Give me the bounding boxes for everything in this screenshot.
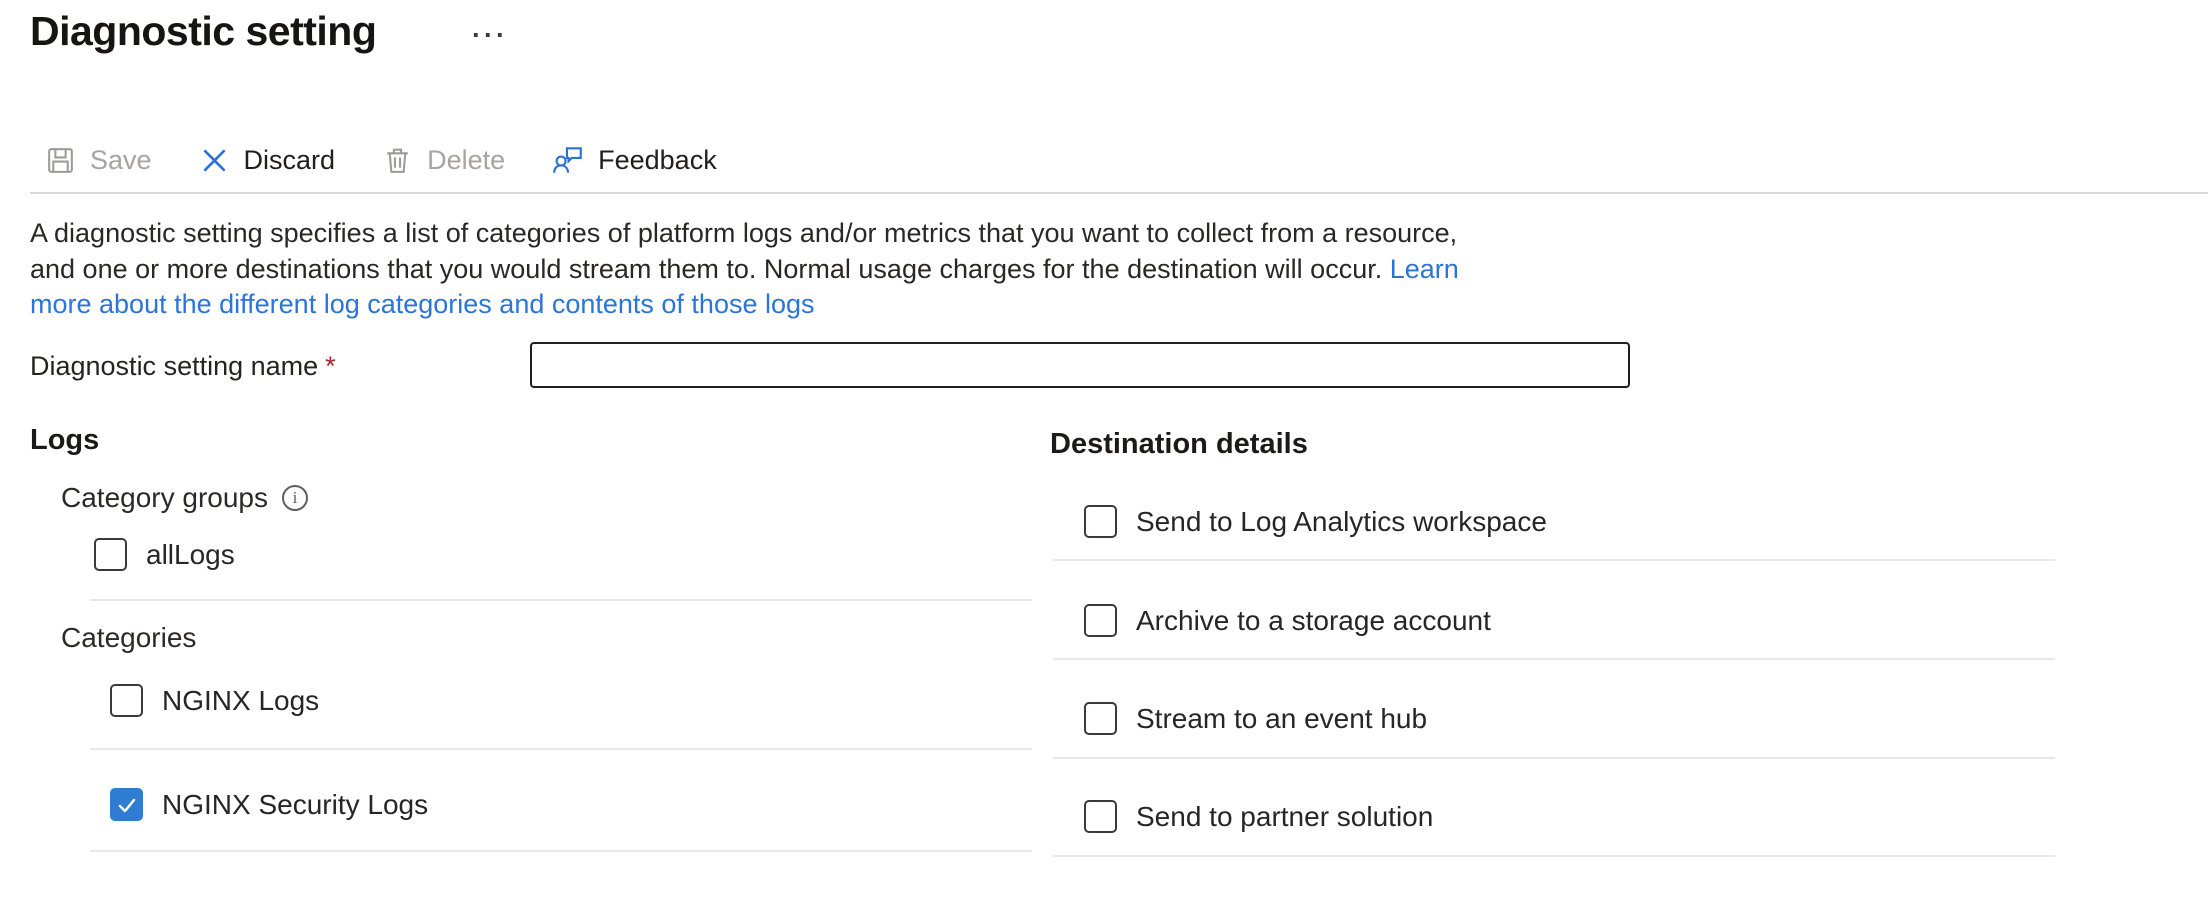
category-groups-label: Category groups (61, 482, 308, 514)
discard-x-icon (198, 144, 231, 177)
archive-to-storage-row: Archive to a storage account (1084, 604, 1491, 637)
toolbar-divider (30, 192, 2208, 194)
send-to-partner-solution-checkbox[interactable] (1084, 800, 1117, 833)
description-text: A diagnostic setting specifies a list of… (30, 218, 1457, 284)
nginx-logs-label[interactable]: NGINX Logs (162, 685, 319, 717)
archive-to-storage-label[interactable]: Archive to a storage account (1136, 605, 1491, 637)
page-title: Diagnostic setting (30, 8, 376, 55)
send-to-partner-solution-label[interactable]: Send to partner solution (1136, 801, 1433, 833)
divider (90, 599, 1032, 601)
send-to-log-analytics-label[interactable]: Send to Log Analytics workspace (1136, 506, 1547, 538)
save-icon (44, 144, 77, 177)
alllogs-row: allLogs (94, 538, 235, 571)
feedback-button[interactable]: Feedback (551, 143, 717, 177)
more-options-button[interactable]: ··· (466, 16, 514, 55)
discard-label: Discard (244, 145, 336, 176)
nginx-logs-row: NGINX Logs (110, 684, 319, 717)
divider (90, 850, 1032, 852)
setting-name-label: Diagnostic setting name* (30, 351, 336, 382)
discard-button[interactable]: Discard (198, 144, 336, 177)
destination-details-heading: Destination details (1050, 428, 1308, 461)
stream-to-event-hub-checkbox[interactable] (1084, 702, 1117, 735)
nginx-security-logs-checkbox[interactable] (110, 788, 143, 821)
diagnostic-setting-blade: Diagnostic setting ··· Save Discard (0, 0, 2208, 908)
blade-description: A diagnostic setting specifies a list of… (30, 216, 1475, 323)
send-to-partner-solution-row: Send to partner solution (1084, 800, 1433, 833)
divider (1053, 559, 2055, 561)
command-bar: Save Discard Delete (44, 134, 717, 186)
save-label: Save (90, 145, 152, 176)
delete-label: Delete (427, 145, 505, 176)
logs-section-heading: Logs (30, 424, 99, 457)
divider (1053, 757, 2055, 759)
feedback-icon (551, 143, 585, 177)
save-button[interactable]: Save (44, 144, 152, 177)
category-groups-label-text: Category groups (61, 482, 268, 514)
archive-to-storage-checkbox[interactable] (1084, 604, 1117, 637)
alllogs-checkbox[interactable] (94, 538, 127, 571)
divider (1053, 855, 2055, 857)
required-asterisk: * (325, 351, 336, 381)
divider (1053, 658, 2055, 660)
nginx-security-logs-label[interactable]: NGINX Security Logs (162, 789, 428, 821)
categories-label: Categories (61, 622, 196, 654)
stream-to-event-hub-label[interactable]: Stream to an event hub (1136, 703, 1427, 735)
alllogs-label[interactable]: allLogs (146, 539, 235, 571)
setting-name-label-text: Diagnostic setting name (30, 351, 318, 381)
categories-label-text: Categories (61, 622, 196, 654)
nginx-security-logs-row: NGINX Security Logs (110, 788, 428, 821)
stream-to-event-hub-row: Stream to an event hub (1084, 702, 1427, 735)
diagnostic-setting-name-input[interactable] (530, 342, 1630, 388)
feedback-label: Feedback (598, 145, 717, 176)
divider (90, 748, 1032, 750)
nginx-logs-checkbox[interactable] (110, 684, 143, 717)
send-to-log-analytics-checkbox[interactable] (1084, 505, 1117, 538)
trash-icon (381, 144, 414, 177)
delete-button[interactable]: Delete (381, 144, 505, 177)
check-icon (115, 793, 139, 817)
info-icon[interactable] (282, 485, 308, 511)
send-to-log-analytics-row: Send to Log Analytics workspace (1084, 505, 1547, 538)
